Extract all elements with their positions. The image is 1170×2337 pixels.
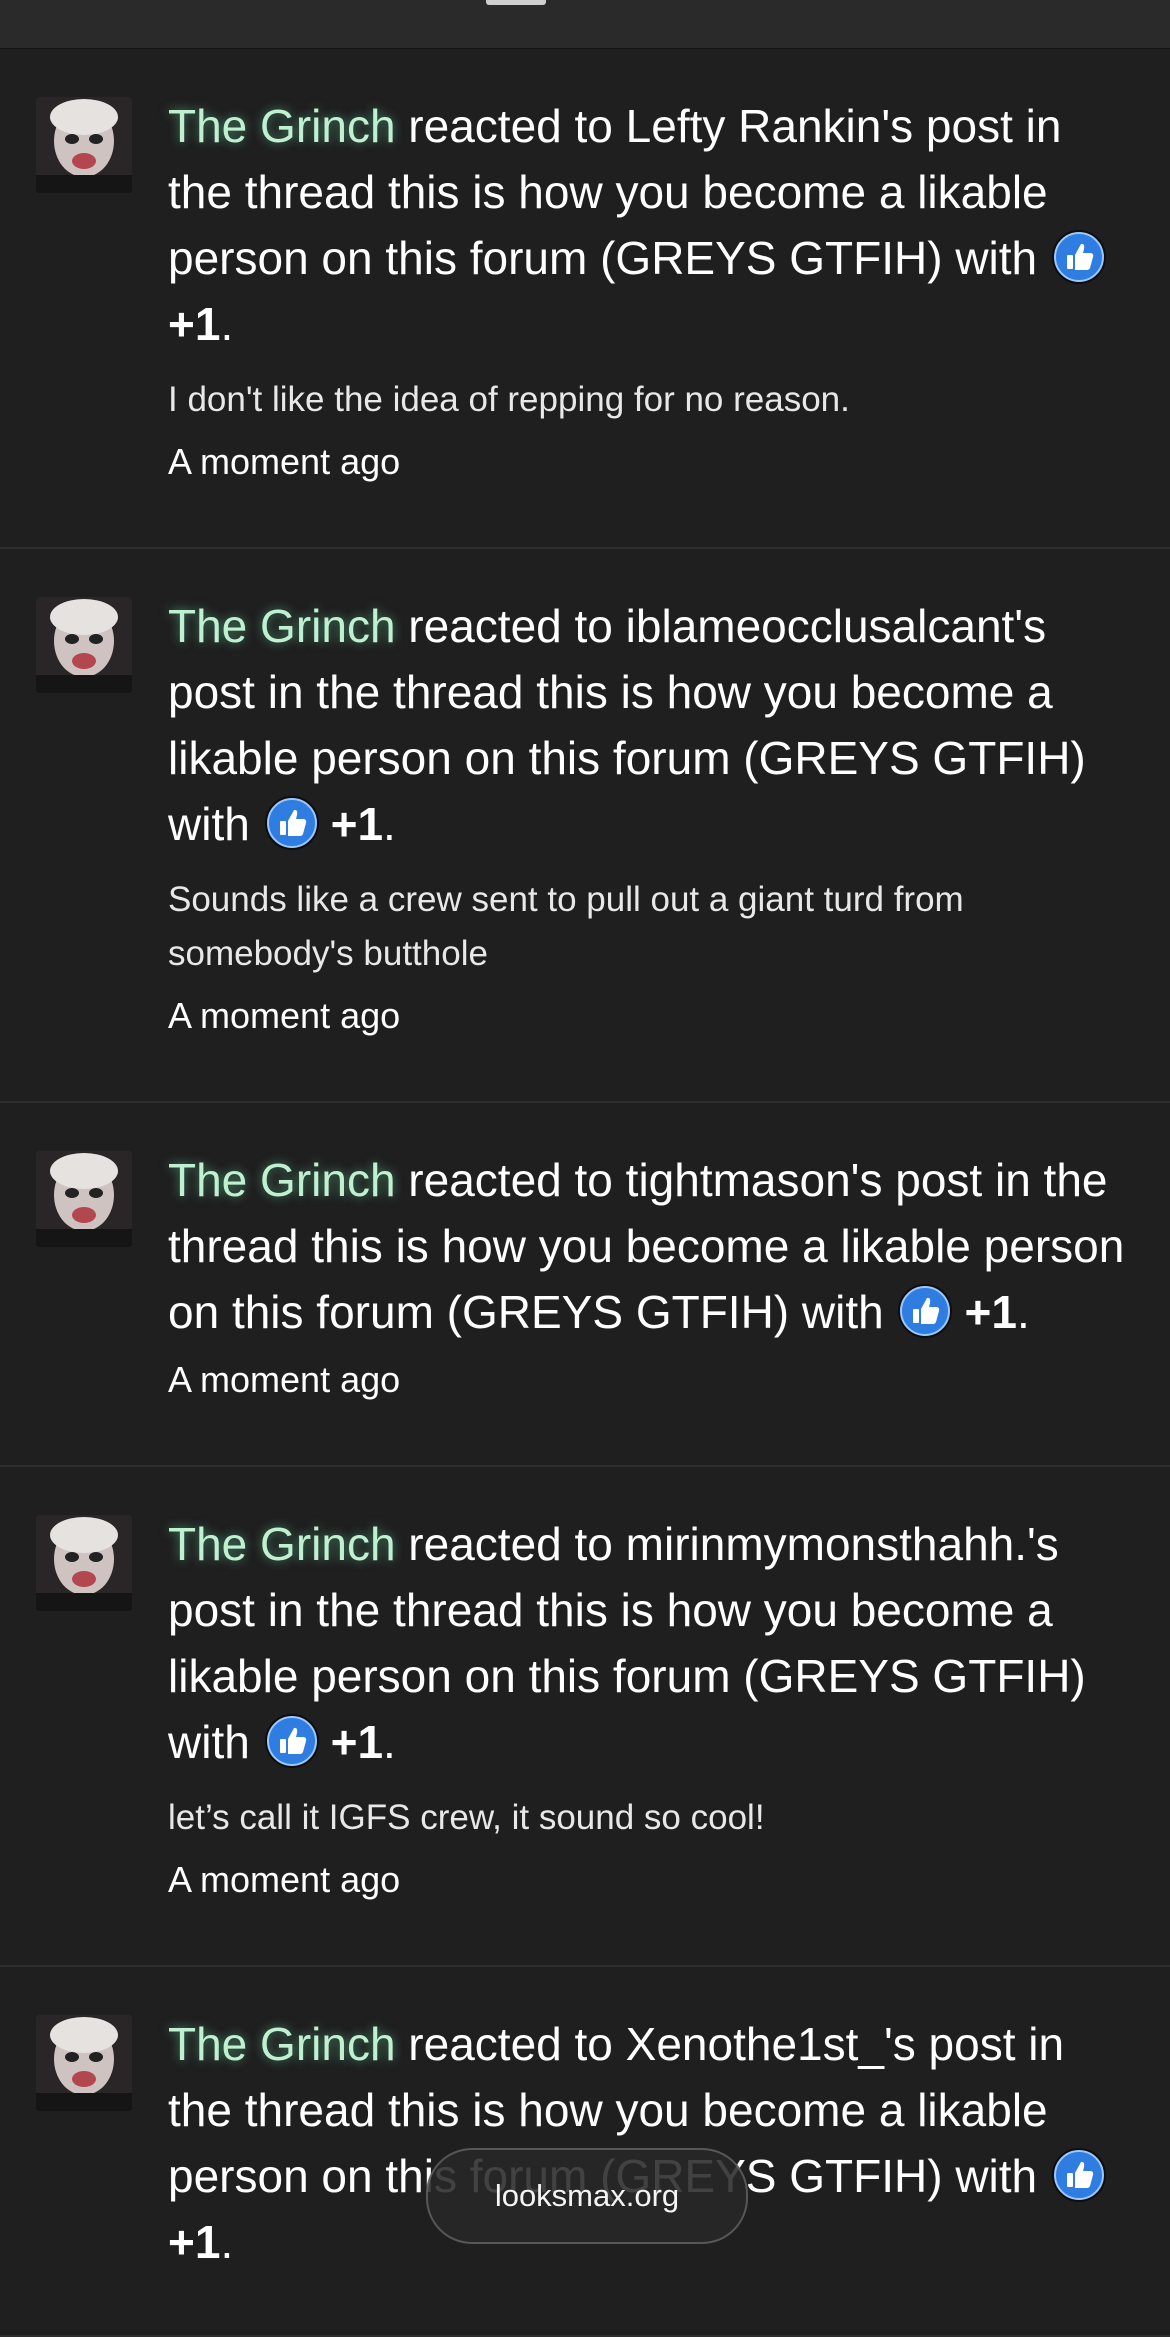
thumbs-up-icon [263, 794, 321, 852]
alert-period: . [220, 2216, 234, 2268]
reaction-label: +1 [168, 298, 221, 350]
reaction-label: +1 [168, 2216, 221, 2268]
post-snippet: let’s call it IGFS crew, it sound so coo… [168, 1798, 765, 1837]
user-avatar[interactable] [36, 2015, 132, 2111]
alert-period: . [383, 798, 396, 850]
reaction-label: +1 [330, 1716, 384, 1768]
alert-time: A moment ago [168, 1859, 401, 1900]
username-link[interactable]: The Grinch [168, 2018, 396, 2070]
alert-item[interactable]: The Grinch reacted to iblameocclusalcant… [0, 549, 1170, 1103]
username-link[interactable]: The Grinch [168, 100, 396, 152]
reaction-label: +1 [330, 798, 384, 850]
post-snippet: Sounds like a crew sent to pull out a gi… [168, 880, 964, 973]
thumbs-up-icon [1050, 2146, 1108, 2204]
alert-time: A moment ago [168, 1359, 401, 1400]
top-bar-handle [486, 0, 546, 5]
alert-period: . [220, 298, 234, 350]
alert-time: A moment ago [168, 995, 401, 1036]
alert-text: The Grinch reacted to mirinmymonsthahh.'… [168, 1511, 1130, 1775]
alert-time: A moment ago [168, 441, 401, 482]
username-link[interactable]: The Grinch [168, 1154, 396, 1206]
user-avatar[interactable] [36, 1515, 132, 1611]
alert-item[interactable]: The Grinch reacted to mirinmymonsthahh.'… [0, 1467, 1170, 1967]
alert-item[interactable]: The Grinch reacted to tightmason's post … [0, 1103, 1170, 1467]
alert-text: The Grinch reacted to Lefty Rankin's pos… [168, 93, 1130, 357]
thumbs-up-icon [1050, 228, 1108, 286]
site-watermark: looksmax.org [426, 2148, 748, 2244]
user-avatar[interactable] [36, 97, 132, 193]
post-snippet: I don't like the idea of repping for no … [168, 380, 850, 419]
thumbs-up-icon [263, 1712, 321, 1770]
username-link[interactable]: The Grinch [168, 1518, 396, 1570]
reaction-label: +1 [964, 1286, 1017, 1338]
alert-period: . [1016, 1286, 1030, 1338]
user-avatar[interactable] [36, 597, 132, 693]
alert-item[interactable]: The Grinch reacted to Lefty Rankin's pos… [0, 49, 1170, 549]
user-avatar[interactable] [36, 1151, 132, 1247]
alert-period: . [383, 1716, 396, 1768]
alert-text: The Grinch reacted to tightmason's post … [168, 1147, 1130, 1345]
thumbs-up-icon [896, 1282, 954, 1340]
alert-text: The Grinch reacted to iblameocclusalcant… [168, 593, 1130, 857]
alerts-feed: The Grinch reacted to Lefty Rankin's pos… [0, 49, 1170, 2337]
username-link[interactable]: The Grinch [168, 600, 396, 652]
top-bar [0, 0, 1170, 49]
